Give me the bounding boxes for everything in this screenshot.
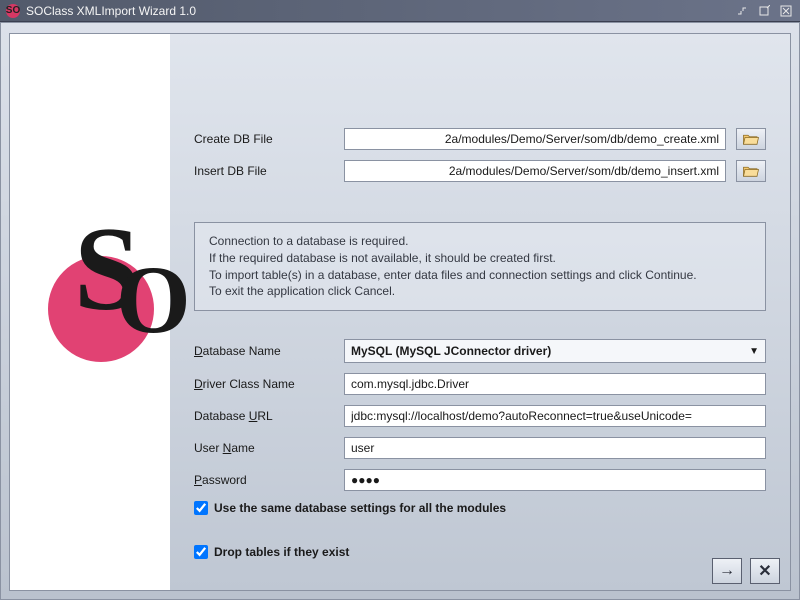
database-url-row: Database URL (194, 405, 766, 427)
same-settings-row: Use the same database settings for all t… (194, 501, 766, 515)
database-url-input[interactable] (344, 405, 766, 427)
insert-db-row: Insert DB File (194, 160, 766, 182)
driver-class-label: Driver Class Name (194, 377, 344, 391)
driver-class-input[interactable] (344, 373, 766, 395)
close-window-button[interactable] (778, 3, 794, 19)
info-line: If the required database is not availabl… (209, 250, 751, 267)
info-panel: Connection to a database is required. If… (194, 222, 766, 311)
main-content: Create DB File Insert DB File (170, 34, 790, 590)
arrow-right-icon: → (719, 562, 735, 580)
database-name-dropdown[interactable]: MySQL (MySQL JConnector driver) ▼ (344, 339, 766, 363)
info-line: To exit the application click Cancel. (209, 283, 751, 300)
maximize-button[interactable] (756, 3, 772, 19)
username-input[interactable] (344, 437, 766, 459)
insert-db-label: Insert DB File (194, 164, 344, 178)
minimize-button[interactable] (734, 3, 750, 19)
browse-insert-button[interactable] (736, 160, 766, 182)
username-label: User Name (194, 441, 344, 455)
chevron-down-icon: ▼ (749, 346, 759, 357)
window-buttons (734, 3, 794, 19)
password-row: Password (194, 469, 766, 491)
create-db-label: Create DB File (194, 132, 344, 146)
window-title: SOClass XMLImport Wizard 1.0 (26, 4, 734, 18)
app-icon: SO (6, 4, 20, 18)
same-settings-label: Use the same database settings for all t… (214, 501, 506, 515)
driver-class-row: Driver Class Name (194, 373, 766, 395)
next-button[interactable]: → (712, 558, 742, 584)
database-name-label: Database Name (194, 344, 344, 358)
dropdown-value: MySQL (MySQL JConnector driver) (351, 344, 551, 358)
folder-open-icon (742, 132, 760, 146)
database-url-label: Database URL (194, 409, 344, 423)
window-body: S O Create DB File Insert DB File (0, 22, 800, 600)
username-row: User Name (194, 437, 766, 459)
close-icon: ✕ (758, 561, 771, 581)
folder-open-icon (742, 164, 760, 178)
insert-db-file-input[interactable] (344, 160, 726, 182)
info-line: Connection to a database is required. (209, 233, 751, 250)
nav-buttons: → ✕ (712, 558, 780, 584)
drop-tables-row: Drop tables if they exist (194, 545, 766, 559)
cancel-button[interactable]: ✕ (750, 558, 780, 584)
password-label: Password (194, 473, 344, 487)
titlebar: SO SOClass XMLImport Wizard 1.0 (0, 0, 800, 22)
inner-frame: S O Create DB File Insert DB File (9, 33, 791, 591)
create-db-file-input[interactable] (344, 128, 726, 150)
drop-tables-checkbox[interactable] (194, 545, 208, 559)
create-db-row: Create DB File (194, 128, 766, 150)
drop-tables-label: Drop tables if they exist (214, 545, 349, 559)
logo: S O (20, 222, 160, 402)
database-name-row: Database Name MySQL (MySQL JConnector dr… (194, 339, 766, 363)
browse-create-button[interactable] (736, 128, 766, 150)
info-line: To import table(s) in a database, enter … (209, 267, 751, 284)
password-input[interactable] (344, 469, 766, 491)
sidebar: S O (10, 34, 170, 590)
same-settings-checkbox[interactable] (194, 501, 208, 515)
